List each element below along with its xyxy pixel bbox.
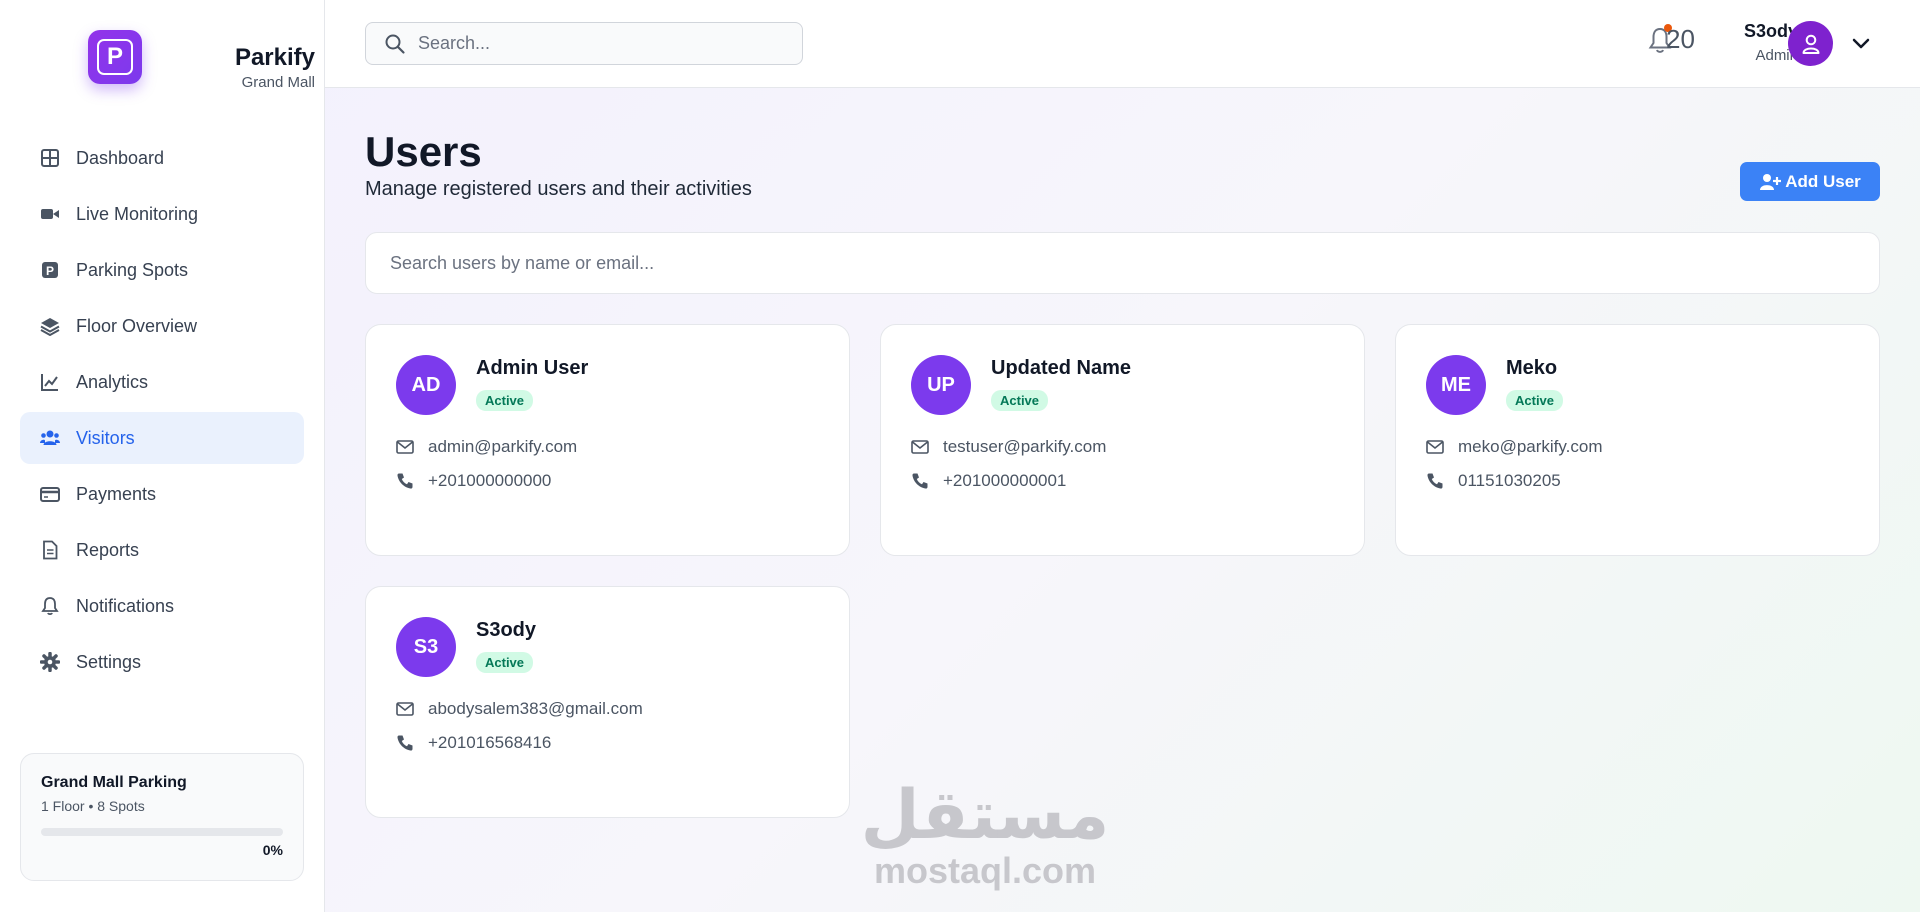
facility-name: Grand Mall Parking [41, 774, 187, 791]
user-phone: +201000000001 [943, 471, 1067, 490]
avatar[interactable] [1788, 21, 1833, 66]
main-content: 20 S3ody Admin Users Manage registered u… [325, 0, 1920, 912]
sidebar-item-label: Floor Overview [76, 315, 198, 336]
phone-icon [912, 473, 928, 489]
facility-card: Grand Mall Parking 1 Floor • 8 Spots 0% [20, 753, 304, 881]
sidebar-item-label: Visitors [76, 427, 135, 448]
users-icon [40, 428, 60, 448]
user-avatar: UP [911, 355, 971, 415]
user-phone: +201000000000 [428, 471, 552, 490]
facility-meta: 1 Floor • 8 Spots [41, 798, 145, 814]
status-badge: Active [476, 652, 534, 673]
facility-progress-label: 0% [262, 842, 283, 858]
page-title: Users [365, 128, 482, 175]
mail-icon [396, 702, 414, 716]
sidebar-item-label: Parking Spots [76, 259, 189, 280]
sidebar-item-parking-spots[interactable]: P Parking Spots [20, 244, 304, 296]
user-card-name: S3ody [476, 619, 537, 641]
notification-count: 20 [1666, 24, 1695, 54]
user-phone: +201016568416 [428, 733, 552, 752]
user-search[interactable] [365, 232, 1880, 294]
sidebar-item-floor-overview[interactable]: Floor Overview [20, 300, 304, 352]
phone-icon [1427, 473, 1443, 489]
user-name: S3ody [1743, 21, 1798, 41]
mail-icon [396, 440, 414, 454]
user-info[interactable]: S3ody Admin [1704, 21, 1798, 64]
parking-logo-icon: P [97, 39, 133, 75]
brand-name: Parkify [234, 44, 315, 71]
phone-icon [397, 473, 413, 489]
add-user-button[interactable]: Add User [1740, 162, 1880, 201]
status-badge: Active [1506, 390, 1564, 411]
watermark-arabic: مستقل [860, 776, 1110, 855]
layers-icon [40, 316, 60, 336]
user-avatar: ME [1426, 355, 1486, 415]
user-card-name: Admin User [476, 357, 589, 379]
sidebar-item-label: Reports [76, 539, 140, 560]
global-search-input[interactable] [418, 33, 788, 54]
user-plus-icon [1760, 173, 1782, 190]
user-avatar: AD [396, 355, 456, 415]
status-badge: Active [991, 390, 1049, 411]
page-subtitle: Manage registered users and their activi… [365, 178, 752, 200]
grid-icon [40, 148, 60, 168]
add-user-label: Add User [1785, 171, 1861, 191]
mail-icon [911, 440, 929, 454]
sidebar-item-settings[interactable]: Settings [20, 636, 304, 688]
user-card[interactable]: AD Admin User Active admin@parkify.com +… [365, 324, 850, 556]
sidebar-item-label: Payments [76, 483, 157, 504]
sidebar-item-analytics[interactable]: Analytics [20, 356, 304, 408]
user-card[interactable]: UP Updated Name Active testuser@parkify.… [880, 324, 1365, 556]
search-icon [385, 34, 405, 54]
sidebar-item-reports[interactable]: Reports [20, 524, 304, 576]
video-camera-icon [40, 204, 60, 224]
sidebar-item-notifications[interactable]: Notifications [20, 580, 304, 632]
sidebar-item-dashboard[interactable]: Dashboard [20, 132, 304, 184]
sidebar-item-live-monitoring[interactable]: Live Monitoring [20, 188, 304, 240]
chevron-down-icon[interactable] [1851, 34, 1871, 54]
sidebar-item-label: Notifications [76, 595, 175, 616]
phone-icon [397, 735, 413, 751]
status-badge: Active [476, 390, 534, 411]
sidebar-item-visitors[interactable]: Visitors [20, 412, 304, 464]
topbar: 20 S3ody Admin [325, 0, 1920, 88]
user-card[interactable]: ME Meko Active meko@parkify.com 01151030… [1395, 324, 1880, 556]
watermark-latin: mostaql.com [873, 850, 1097, 891]
brand-text: Parkify Grand Mall [215, 44, 315, 91]
mail-icon [1426, 440, 1444, 454]
user-search-input[interactable] [390, 252, 1840, 274]
user-card[interactable]: S3 S3ody Active abodysalem383@gmail.com … [365, 586, 850, 818]
bell-icon [40, 596, 60, 616]
user-avatar: S3 [396, 617, 456, 677]
user-email: meko@parkify.com [1458, 437, 1603, 456]
parking-icon: P [40, 260, 60, 280]
user-role: Admin [1755, 47, 1798, 64]
user-icon [1802, 34, 1819, 54]
sidebar-item-label: Settings [76, 651, 142, 672]
line-chart-icon [40, 372, 60, 392]
sidebar-item-label: Dashboard [76, 147, 165, 168]
sidebar-item-payments[interactable]: Payments [20, 468, 304, 520]
watermark: مستقل mostaql.com [845, 780, 1125, 890]
user-email: testuser@parkify.com [943, 437, 1107, 456]
sidebar-nav: Dashboard Live Monitoring P Parking Spot… [20, 132, 304, 692]
gear-icon [40, 652, 60, 672]
credit-card-icon [40, 484, 60, 504]
brand[interactable]: P Parkify Grand Mall [88, 30, 315, 91]
global-search[interactable] [365, 22, 803, 65]
user-card-name: Updated Name [991, 357, 1132, 379]
sidebar-item-label: Live Monitoring [76, 203, 199, 224]
user-email: admin@parkify.com [428, 437, 578, 456]
document-icon [40, 540, 60, 560]
user-phone: 01151030205 [1458, 471, 1561, 490]
sidebar: P Parkify Grand Mall Dashboard Live Moni… [0, 0, 325, 912]
brand-logo: P [88, 30, 142, 84]
sidebar-item-label: Analytics [76, 371, 149, 392]
user-card-name: Meko [1506, 357, 1558, 379]
svg-text:P: P [46, 264, 54, 278]
user-email: abodysalem383@gmail.com [428, 699, 643, 718]
facility-progress-bar [41, 828, 283, 836]
brand-subtitle: Grand Mall [241, 74, 315, 91]
